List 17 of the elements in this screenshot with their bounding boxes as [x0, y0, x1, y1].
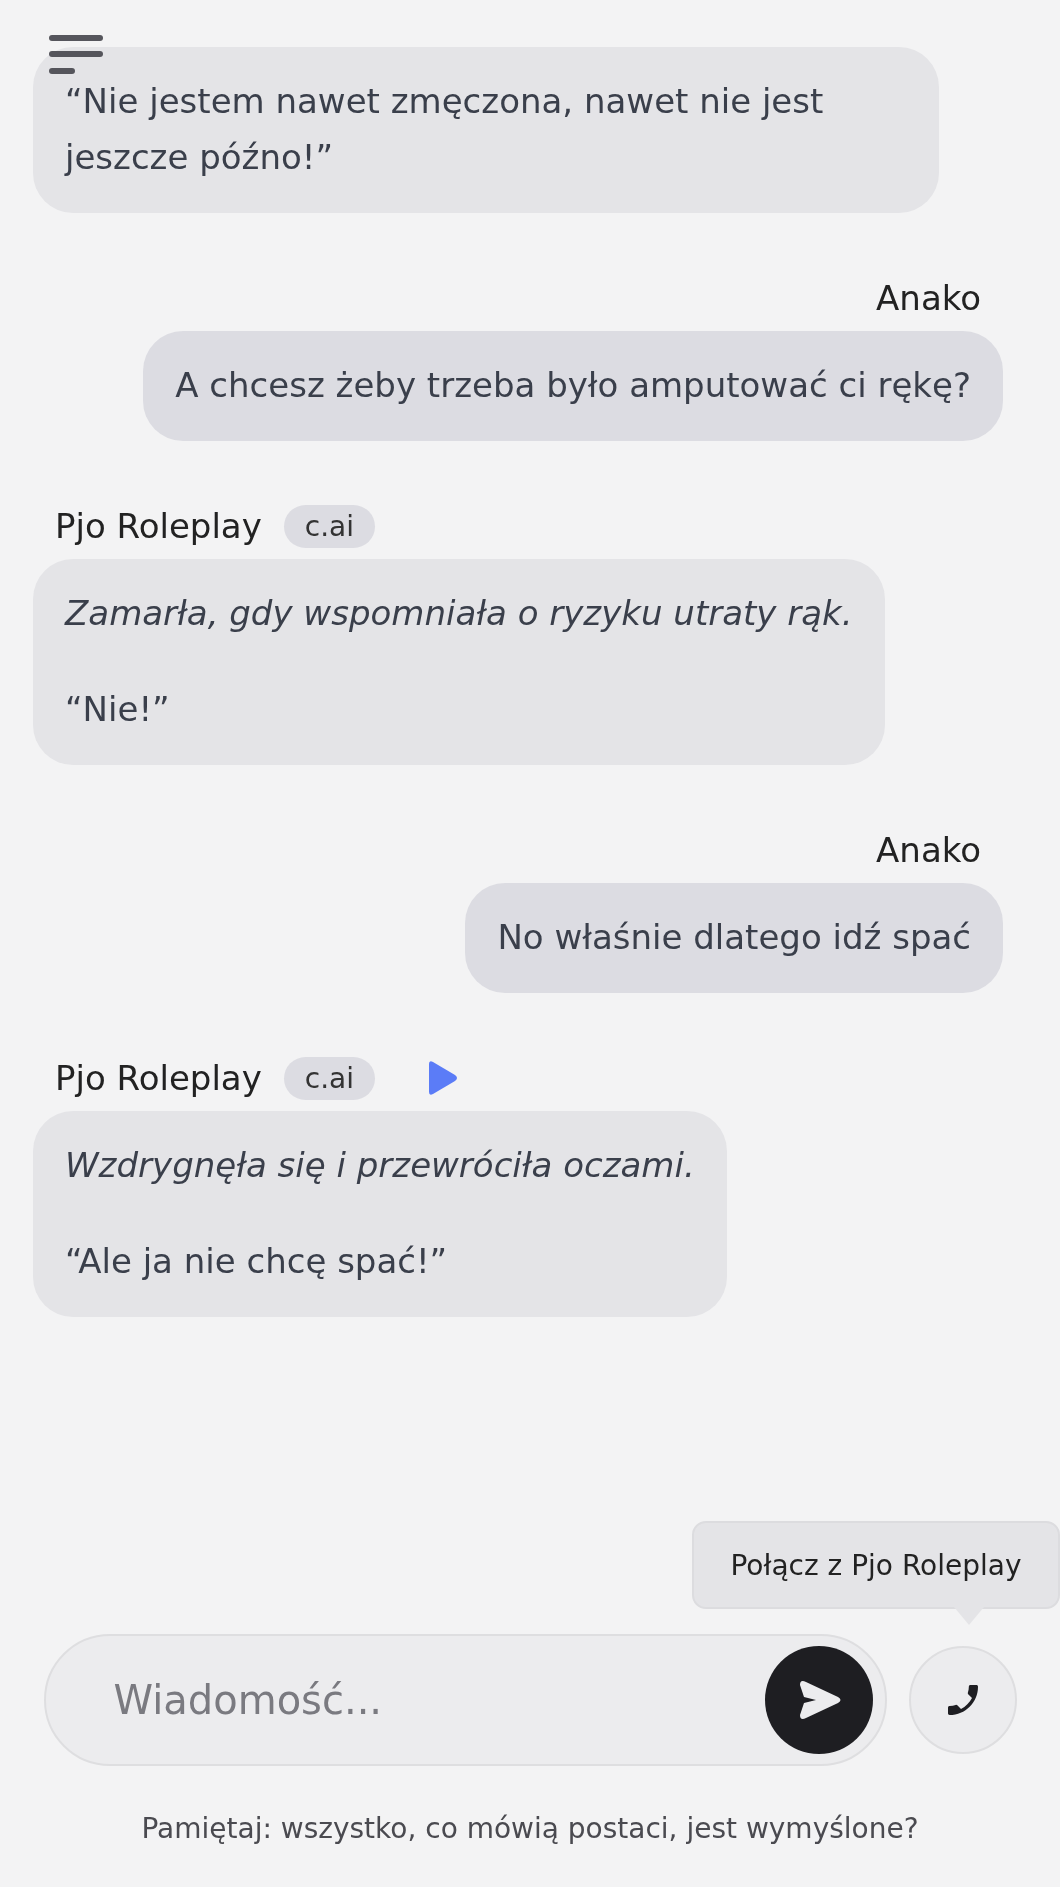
send-button[interactable]: [764, 1646, 873, 1754]
ai-tag: c.ai: [283, 1056, 376, 1100]
message-text: “Ale ja nie chcę spać!”: [65, 1240, 449, 1283]
message-input[interactable]: Wiadomość...: [43, 1634, 887, 1766]
disclaimer-text: Pamiętaj: wszystko, co mówią postaci, jest wymyślone?: [141, 1812, 919, 1845]
sender-name: Anako: [876, 830, 981, 870]
sender-name: Pjo Roleplay: [55, 506, 262, 546]
message-text: “Nie!”: [65, 688, 171, 731]
action-text: Zamarła, gdy wspomniała o ryzyku utraty rąk.: [65, 592, 853, 635]
message-input[interactable]: Wiadomość...: [111, 1676, 765, 1724]
sender-name: Pjo Roleplay: [55, 1058, 262, 1098]
message-text: “Nie jestem nawet zmęczona, nawet nie jest jeszcze późno!”: [65, 80, 825, 179]
sender-name: Anako: [876, 278, 981, 318]
message-text: No właśnie dlatego idź spać: [497, 916, 971, 959]
message-text: A chcesz żeby trzeba było amputować ci rękę?: [175, 364, 971, 407]
ai-tag: c.ai: [283, 504, 376, 548]
action-text: Wzdrygnęła się i przewróciła oczami.: [65, 1144, 695, 1187]
